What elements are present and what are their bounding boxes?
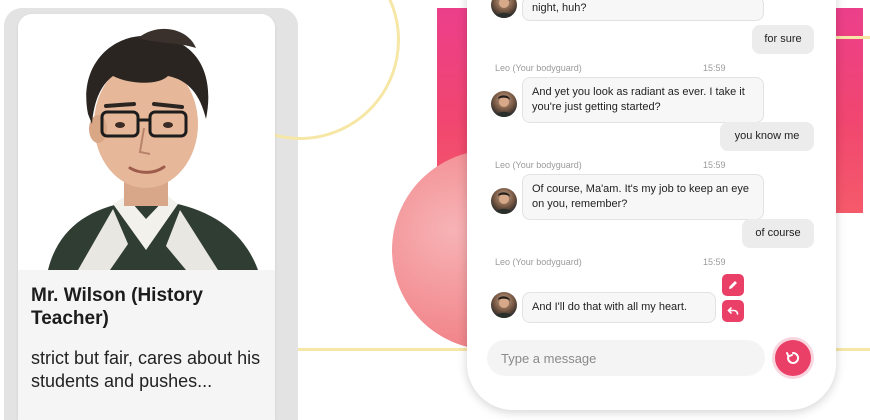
user-message: for sure (752, 25, 814, 54)
regenerate-button[interactable] (775, 340, 811, 376)
user-message: of course (742, 219, 814, 248)
bot-avatar (491, 0, 517, 18)
bot-avatar (491, 188, 517, 214)
bot-message-text: And I'll do that with all my heart. (532, 301, 687, 313)
bot-message: Of course, Ma'am. It's my job to keep an… (522, 174, 764, 220)
character-name: Mr. Wilson (History Teacher) (31, 285, 203, 329)
user-message: you know me (720, 122, 814, 151)
bot-avatar (491, 292, 517, 318)
bot-message: night, huh? (522, 0, 764, 21)
message-sender: Leo (Your bodyguard) (495, 160, 582, 170)
bot-message-text: And yet you look as radiant as ever. I t… (532, 86, 745, 113)
undo-button[interactable] (722, 300, 744, 322)
pencil-icon (729, 281, 737, 289)
refresh-icon (786, 351, 800, 364)
user-message-text: of course (755, 227, 801, 239)
bot-message-text: Of course, Ma'am. It's my job to keep an… (532, 183, 749, 210)
message-time: 15:59 (703, 257, 726, 267)
message-sender: Leo (Your bodyguard) (495, 63, 582, 73)
bot-avatar (491, 91, 517, 117)
character-card[interactable]: Mr. Wilson (History Teacher) strict but … (18, 14, 275, 420)
character-description: strict but fair, cares about his student… (31, 348, 261, 391)
message-input[interactable] (487, 340, 765, 376)
character-portrait (18, 14, 275, 270)
bot-message: And yet you look as radiant as ever. I t… (522, 77, 764, 123)
chat-window: night, huh? for sure Leo (Your bodyguard… (467, 0, 836, 410)
message-time: 15:59 (703, 160, 726, 170)
edit-message-button[interactable] (722, 274, 744, 296)
message-time: 15:59 (703, 63, 726, 73)
message-sender: Leo (Your bodyguard) (495, 257, 582, 267)
undo-icon (727, 307, 739, 315)
bot-message: And I'll do that with all my heart. (522, 292, 716, 323)
user-message-text: you know me (734, 130, 800, 142)
bot-message-text: night, huh? (532, 2, 587, 14)
user-message-text: for sure (764, 33, 802, 45)
decor-line-right (836, 36, 870, 39)
